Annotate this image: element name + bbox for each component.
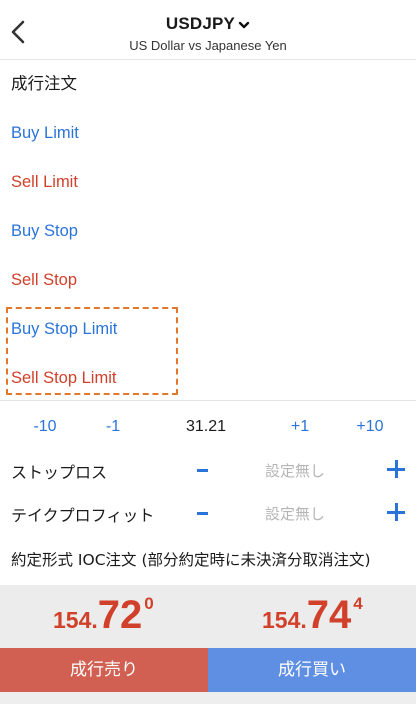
- ask-price-prefix: 154.: [262, 607, 307, 633]
- stop-loss-minus-icon[interactable]: [196, 459, 210, 481]
- execution-type-text: 約定形式 IOC注文 (部分約定時に未決済分取消注文): [11, 551, 371, 569]
- bid-price[interactable]: 154.72 0: [53, 593, 154, 638]
- take-profit-minus-icon[interactable]: [196, 502, 210, 524]
- take-profit-value[interactable]: 設定無し: [230, 503, 360, 524]
- stop-loss-row: ストップロス 設定無し: [0, 450, 416, 490]
- order-type-buy-limit[interactable]: Buy Limit: [0, 109, 416, 158]
- ask-price-big: 74: [306, 593, 352, 637]
- market-buy-button[interactable]: 成行買い: [208, 648, 416, 692]
- volume-minus-1-button[interactable]: -1: [83, 418, 143, 436]
- take-profit-plus-icon[interactable]: [387, 503, 405, 521]
- stop-limit-highlight-frame: [6, 307, 178, 395]
- volume-stepper: -10 -1 31.21 +1 +10: [0, 410, 416, 444]
- take-profit-label: テイクプロフィット: [11, 506, 155, 525]
- chevron-down-icon: [238, 21, 250, 29]
- take-profit-row: テイクプロフィット 設定無し: [0, 493, 416, 533]
- ask-price-pip: 4: [353, 594, 363, 613]
- order-type-market[interactable]: 成行注文: [0, 60, 416, 109]
- divider: [0, 400, 416, 401]
- volume-plus-10-button[interactable]: +10: [340, 418, 400, 436]
- order-type-buy-stop[interactable]: Buy Stop: [0, 207, 416, 256]
- bid-price-prefix: 154.: [53, 607, 98, 633]
- stop-loss-label: ストップロス: [11, 463, 108, 482]
- volume-plus-1-button[interactable]: +1: [270, 418, 330, 436]
- symbol-title: USDJPY: [165, 14, 236, 33]
- bid-price-pip: 0: [144, 594, 154, 613]
- volume-value[interactable]: 31.21: [176, 418, 236, 436]
- ask-price[interactable]: 154.74 4: [262, 593, 363, 638]
- market-sell-button[interactable]: 成行売り: [0, 648, 208, 692]
- order-type-sell-stop[interactable]: Sell Stop: [0, 256, 416, 305]
- symbol-selector[interactable]: USDJPY US Dollar vs Japanese Yen: [0, 14, 416, 53]
- bid-price-big: 72: [97, 593, 143, 637]
- volume-minus-10-button[interactable]: -10: [15, 418, 75, 436]
- header: USDJPY US Dollar vs Japanese Yen: [0, 0, 416, 60]
- stop-loss-plus-icon[interactable]: [387, 460, 405, 478]
- bottom-strip: [0, 692, 416, 704]
- order-type-sell-limit[interactable]: Sell Limit: [0, 158, 416, 207]
- price-panel: 154.72 0 154.74 4: [0, 585, 416, 648]
- symbol-description: US Dollar vs Japanese Yen: [129, 38, 287, 53]
- stop-loss-value[interactable]: 設定無し: [230, 460, 360, 481]
